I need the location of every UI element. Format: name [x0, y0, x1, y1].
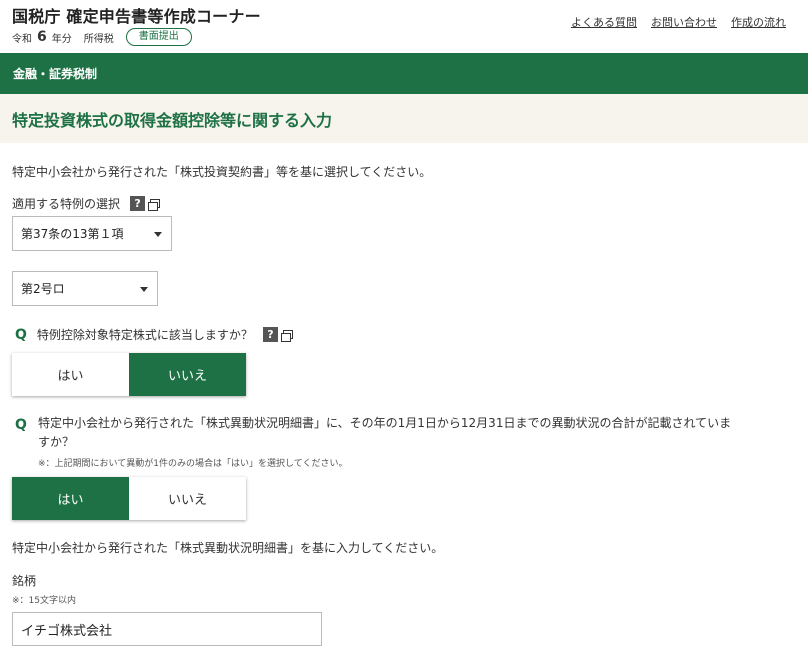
tax-type: 所得税: [83, 33, 114, 45]
question2-yes-button[interactable]: はい: [12, 477, 129, 520]
special-rule-row: 適用する特例の選択 ?: [12, 195, 161, 212]
special-rule-article-select[interactable]: 第37条の13第１項: [12, 216, 172, 251]
question1-text: 特例控除対象特定株式に該当しますか？: [36, 328, 253, 342]
year-suffix: 年分: [51, 33, 72, 45]
faq-link[interactable]: よくある質問: [571, 14, 637, 30]
question2-row: Q: [15, 414, 27, 433]
site-title: 国税庁 確定申告書等作成コーナー: [12, 7, 261, 26]
question2-no-button[interactable]: いいえ: [129, 477, 246, 520]
tax-year: 6: [37, 29, 47, 45]
question-mark-label: Q: [15, 417, 27, 433]
intro-text: 特定中小会社から発行された「株式投資契約書」等を基に選択してください。: [12, 165, 432, 179]
question2-toggle: はい いいえ: [12, 477, 246, 520]
stock-name-note: ※：15文字以内: [12, 596, 76, 606]
question1-yes-button[interactable]: はい: [12, 353, 129, 396]
question1-toggle: はい いいえ: [12, 353, 246, 396]
special-rule-label: 適用する特例の選択: [12, 197, 121, 211]
question1-row: Q 特例控除対象特定株式に該当しますか？ ?: [15, 326, 293, 343]
stock-name-input[interactable]: [12, 612, 322, 646]
flow-link[interactable]: 作成の流れ: [731, 14, 786, 30]
category-bar: 金融・証券税制: [0, 53, 808, 94]
site-header: 国税庁 確定申告書等作成コーナー 令和 6 年分 所得税 書面提出 よくある質問…: [0, 0, 808, 53]
question2-note: ※：上記期間において異動が1件のみの場合は「はい」を選択してください。: [38, 459, 348, 469]
tax-year-row: 令和 6 年分 所得税 書面提出: [12, 28, 192, 46]
new-window-icon[interactable]: [148, 198, 161, 211]
question2-text-line2: すか？: [38, 435, 75, 449]
input-intro-text: 特定中小会社から発行された「株式異動状況明細書」を基に入力してください。: [12, 541, 444, 555]
help-icon[interactable]: ?: [130, 196, 146, 211]
contact-link[interactable]: お問い合わせ: [651, 14, 717, 30]
stock-name-label: 銘柄: [12, 574, 37, 588]
special-rule-item-value: 第2号ロ: [21, 282, 65, 296]
title-band: 特定投資株式の取得金額控除等に関する入力: [0, 94, 808, 143]
special-rule-item-select[interactable]: 第2号ロ: [12, 271, 158, 306]
help-icon[interactable]: ?: [262, 327, 278, 342]
submission-mode-badge: 書面提出: [125, 28, 192, 46]
question1-no-button[interactable]: いいえ: [129, 353, 246, 396]
header-links: よくある質問 お問い合わせ 作成の流れ: [571, 14, 786, 30]
new-window-icon[interactable]: [280, 329, 293, 342]
page-title: 特定投資株式の取得金額控除等に関する入力: [12, 111, 333, 130]
question2-text-line1: 特定中小会社から発行された「株式異動状況明細書」に、その年の1月1日から12月3…: [38, 416, 732, 430]
question-mark-label: Q: [15, 326, 27, 343]
era-prefix: 令和: [12, 33, 32, 45]
question2-text-block: 特定中小会社から発行された「株式異動状況明細書」に、その年の1月1日から12月3…: [38, 414, 798, 452]
chevron-down-icon: [140, 287, 148, 292]
special-rule-article-value: 第37条の13第１項: [21, 227, 124, 241]
chevron-down-icon: [154, 232, 162, 237]
category-label: 金融・証券税制: [13, 67, 98, 81]
